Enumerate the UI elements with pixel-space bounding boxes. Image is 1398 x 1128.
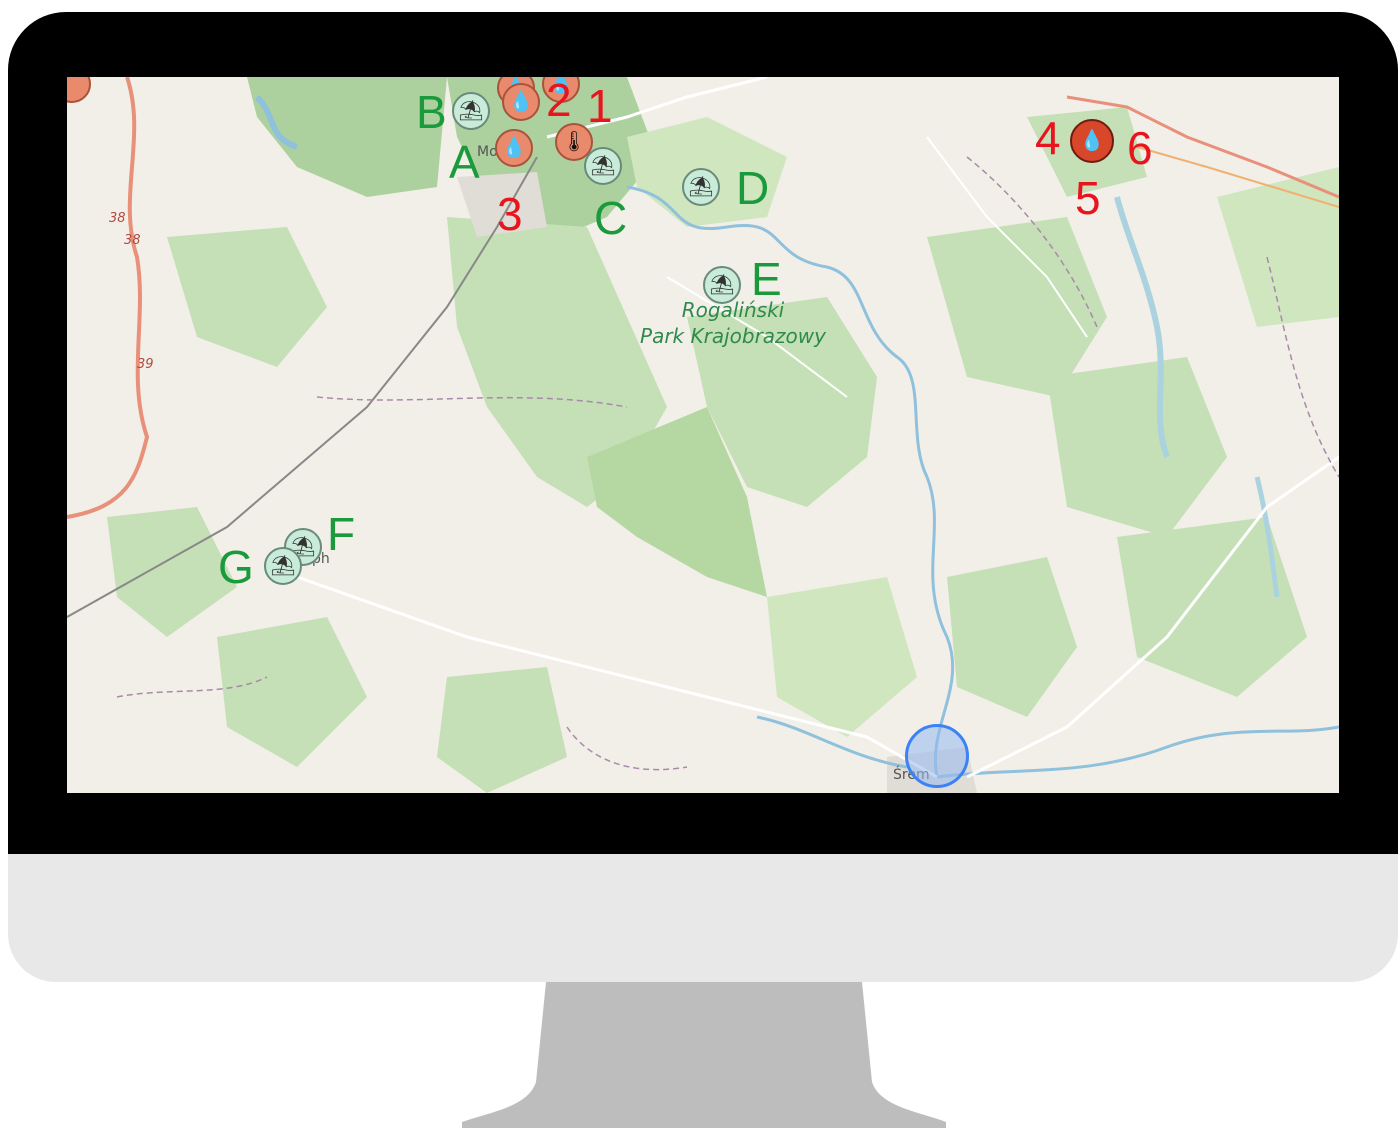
thermometer-sun-icon: 🌡 — [561, 131, 587, 153]
marker-label: B — [416, 86, 447, 138]
beach-umbrella-icon: ⛱ — [590, 155, 616, 177]
monitor-stand — [462, 982, 946, 1128]
marker-label: 5 — [1075, 172, 1101, 224]
beach-umbrella-icon: ⛱ — [458, 100, 484, 122]
marker-label: G — [218, 541, 254, 593]
beach-umbrella-icon: ⛱ — [709, 274, 735, 296]
rain-marker-2[interactable]: 💧 — [502, 83, 540, 121]
road-number: 38 — [124, 233, 141, 248]
park-label-line2: Park Krajobrazowy — [640, 324, 826, 348]
water-drop-icon: 💧 — [501, 137, 527, 159]
rain-marker-3[interactable]: 💧 — [495, 129, 533, 167]
beach-marker-c[interactable]: ⛱ — [584, 147, 622, 185]
marker-label: A — [449, 136, 480, 188]
park-label: Rogaliński Park Krajobrazowy — [623, 297, 843, 349]
current-location-indicator — [905, 724, 969, 788]
map-view[interactable]: Mo Śrem ph Rogaliński Park Krajobrazowy … — [67, 77, 1339, 793]
marker-label: F — [327, 508, 356, 560]
marker-label: 4 — [1035, 112, 1061, 164]
park-label-line1: Rogaliński — [681, 298, 785, 322]
road-number: 38 — [109, 211, 126, 226]
marker-label: C — [594, 192, 628, 244]
beach-marker-d[interactable]: ⛱ — [682, 168, 720, 206]
beach-marker-g[interactable]: ⛱ — [264, 547, 302, 585]
beach-umbrella-icon: ⛱ — [688, 176, 714, 198]
beach-marker-b[interactable]: ⛱ — [452, 92, 490, 130]
fire-marker-cluster[interactable]: 💧 — [1070, 119, 1114, 163]
water-drop-icon: 💧 — [1079, 130, 1105, 152]
marker-label: E — [751, 253, 782, 305]
marker-label: D — [736, 162, 770, 214]
road-number: 39 — [137, 357, 154, 372]
marker-label: 2 — [546, 77, 572, 126]
water-drop-icon: 💧 — [508, 91, 534, 113]
marker-label: 3 — [497, 188, 523, 240]
marker-label: 6 — [1127, 122, 1153, 174]
beach-marker-e[interactable]: ⛱ — [703, 266, 741, 304]
monitor-chin — [8, 854, 1398, 982]
beach-umbrella-icon: ⛱ — [270, 555, 296, 577]
marker-label: 1 — [587, 80, 613, 132]
